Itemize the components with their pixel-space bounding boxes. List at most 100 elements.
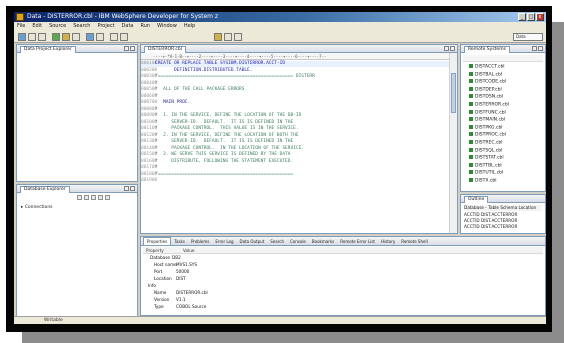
collapse-icon[interactable] [77,195,82,200]
bottom-tab[interactable]: Remote Shell [398,237,430,245]
bottom-tab[interactable]: Console [287,237,309,245]
tab-editor-file[interactable]: DISTERROR.cbl [144,46,187,53]
minimize-button[interactable]: _ [518,13,526,21]
tree-item-file[interactable]: DISTREC.cbl [469,140,503,146]
connect-icon[interactable] [224,33,232,41]
code-line[interactable]: 001000* SERVER-ID. DEFAULT. IT IS IS DEF… [141,120,449,126]
code-line[interactable]: 000400* [141,81,449,87]
bottom-tab[interactable]: Error Log [212,237,236,245]
minimize-view-icon[interactable] [444,46,449,51]
forward-icon[interactable] [120,33,128,41]
code-line[interactable]: 000300*=================================… [141,74,449,80]
tree-item-file[interactable]: DISTCODE.cbl [469,79,506,85]
bottom-tab[interactable]: Data Output [237,237,268,245]
external-tools-icon[interactable] [72,33,80,41]
property-row[interactable]: Type COBOL Source [154,304,206,310]
code-line[interactable]: 000200 DEFINITION.DISTRIBUTED.TABLE. [141,68,449,74]
menu-window[interactable]: Window [157,22,177,31]
tree-item-file[interactable]: DISTX.cbl [469,178,497,184]
tree-item-file[interactable]: DISTDSN.cbl [469,94,503,100]
maximize-view-icon[interactable] [130,186,135,191]
menu-project[interactable]: Project [97,22,114,31]
tab-data-project-explorer[interactable]: Data Project Explorer [20,46,76,53]
menu-run[interactable]: Run [141,22,151,31]
refresh-icon[interactable] [98,195,103,200]
tree-item-file[interactable]: DISTBAL.cbl [469,71,502,78]
code-line[interactable]: 000900* 1. IN THE SERVICE, DEFINE THE LO… [141,113,449,119]
tab-remote-systems[interactable]: Remote Systems [464,46,510,53]
tab-database-explorer[interactable]: Database Explorer [20,186,70,193]
code-line[interactable]: 000100CREATE OR REPLACE TABLE SYSIBM.DIS… [141,61,449,67]
close-button[interactable]: x [536,13,544,21]
code-line[interactable]: 001700* [141,165,449,171]
property-row[interactable]: Version V1.1 [154,297,186,303]
view-menu-icon[interactable] [105,195,110,200]
code-line[interactable]: 001400* PACKAGE CONTROL. IN THE LOCATION… [141,146,449,152]
maximize-view-icon[interactable] [450,46,455,51]
menu-file[interactable]: File [17,22,25,31]
property-row[interactable]: Port 50000 [154,269,189,275]
outline-row[interactable]: ACCTID DIST.ACCTERROR [464,224,542,230]
tree-item-file[interactable]: DISTSTAT.cbl [469,155,504,161]
menu-edit[interactable]: Edit [32,22,42,31]
maximize-button[interactable]: □ [527,13,535,21]
minimize-view-icon[interactable] [532,46,537,51]
minimize-view-icon[interactable] [124,186,129,191]
perspective-switcher[interactable]: Data [513,33,543,41]
editor-scrollbar[interactable] [449,53,457,233]
property-row[interactable]: Name DISTERROR.cbl [154,290,208,296]
code-line[interactable]: 000700 MAIN PROC. [141,100,449,106]
code-line[interactable]: 000600* [141,94,449,100]
format-icon[interactable] [234,33,242,41]
tree-item-file[interactable]: DISTTBL.cbl [469,162,502,169]
tree-item-file[interactable]: DISTACCT.cbl [469,64,505,70]
sql-icon[interactable] [214,33,222,41]
debug-icon[interactable] [62,33,70,41]
bottom-tab[interactable]: History [378,237,398,245]
tree-item-file[interactable]: DISTERROR.cbl [469,102,509,108]
tree-item-connections[interactable]: ▸ Connections [21,205,53,211]
code-line[interactable]: 001600* DISTRIBUTE, FOLLOWING THE STATEM… [141,159,449,165]
bottom-tab[interactable]: Tasks [171,237,188,245]
tree-item-file[interactable]: DISTMAIN.cbl [469,117,505,123]
run-icon[interactable] [52,33,60,41]
code-line[interactable]: 000800* [141,107,449,113]
tree-item-file[interactable]: DISTSQL.cbl [469,147,502,154]
maximize-view-icon[interactable] [130,46,135,51]
bottom-tab[interactable]: Problems [188,237,212,245]
bottom-tab[interactable]: Remote Error List [337,237,378,245]
bottom-tab[interactable]: Properties [143,237,172,245]
bottom-tab[interactable]: Search [267,237,287,245]
tree-item-file[interactable]: DISTFUNC.cbl [469,109,506,116]
code-line[interactable]: 001500* 3. WE SERVE THIS SERVICE IS DEFI… [141,152,449,158]
tree-item-file[interactable]: DISTPROC.cbl [469,132,506,138]
property-row[interactable]: Host nameMVS1.SYS [154,262,197,268]
tree-item-file[interactable]: DISTDEP.cbl [469,86,502,93]
link-icon[interactable] [84,195,89,200]
code-line[interactable]: 001200* 2. IN THE SERVICE, DEFINE THE LO… [141,133,449,139]
menu-help[interactable]: Help [184,22,195,31]
property-row[interactable]: Location DIST [154,276,186,282]
back-icon[interactable] [110,33,118,41]
code-line[interactable]: 000500* ALL OF THE CALL PACKAGE ERRORS [141,87,449,93]
menu-source[interactable]: Source [49,22,66,31]
tree-item-file[interactable]: DISTUTIL.cbl [469,170,503,176]
code-line[interactable]: 001300* SERVER-ID. DEFAULT. IT IS IS DEF… [141,139,449,145]
code-line[interactable]: 001900 [141,178,449,184]
save-icon[interactable] [28,33,36,41]
code-line[interactable]: 001800*=================================… [141,172,449,178]
property-row[interactable]: Database DB2 [150,255,181,261]
code-area[interactable]: 000100CREATE OR REPLACE TABLE SYSIBM.DIS… [141,61,449,233]
bottom-tab[interactable]: Bookmarks [309,237,337,245]
menu-search[interactable]: Search [73,22,90,31]
maximize-view-icon[interactable] [538,46,543,51]
print-icon[interactable] [38,33,46,41]
new-icon[interactable] [18,33,26,41]
open-type-icon[interactable] [86,33,94,41]
tree-item-file[interactable]: DISTPKG.cbl [469,124,503,131]
scrollbar-thumb[interactable] [451,73,456,113]
minimize-view-icon[interactable] [124,46,129,51]
code-line[interactable]: 001100* PACKAGE CONTROL. THIS VALUE IS I… [141,126,449,132]
new-connection-icon[interactable] [91,195,96,200]
search-icon[interactable] [96,33,104,41]
